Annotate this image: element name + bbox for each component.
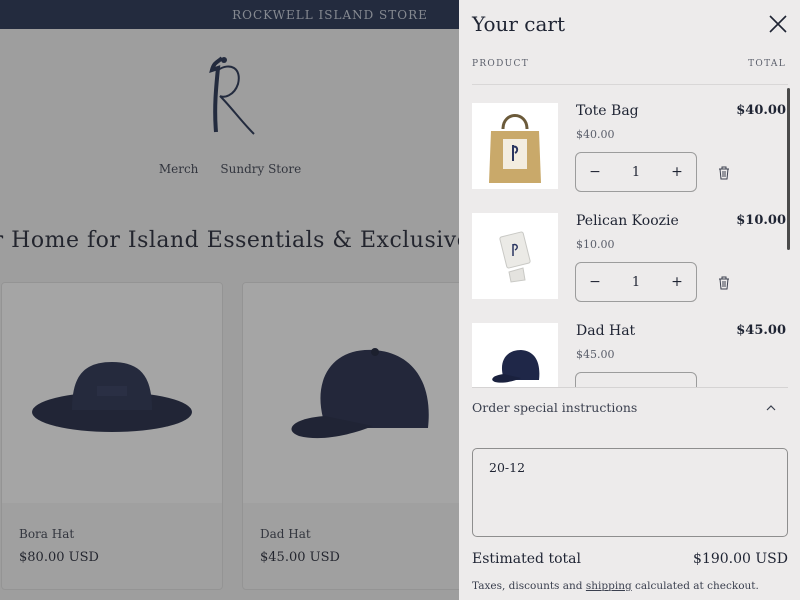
item-name[interactable]: Pelican Koozie (576, 213, 679, 229)
cart-drawer: Your cart PRODUCT TOTAL Tote Bag $40.00 … (459, 0, 800, 600)
cart-title: Your cart (472, 12, 566, 36)
trash-icon[interactable] (718, 276, 730, 290)
item-name[interactable]: Tote Bag (576, 103, 639, 119)
cart-item: Tote Bag $40.00 $40.00 − 1 + (459, 85, 800, 195)
tax-note: Taxes, discounts and shipping calculated… (472, 580, 759, 592)
quantity-value[interactable]: 1 (614, 153, 658, 191)
close-icon[interactable] (768, 14, 788, 34)
tax-note-text: Taxes, discounts and (472, 580, 583, 592)
order-instructions-toggle[interactable]: Order special instructions (472, 400, 637, 415)
estimated-total-value: $190.00 USD (693, 551, 788, 567)
item-unit-price: $45.00 (576, 348, 615, 361)
quantity-stepper[interactable] (575, 372, 697, 387)
item-total: $45.00 (736, 323, 786, 338)
cart-items-list[interactable]: Tote Bag $40.00 $40.00 − 1 + Pelican Koo (459, 85, 800, 387)
tax-note-text-end: calculated at checkout. (635, 580, 759, 592)
item-unit-price: $40.00 (576, 128, 615, 141)
scrollbar[interactable] (787, 88, 790, 250)
column-header-product: PRODUCT (472, 59, 530, 69)
trash-icon[interactable] (718, 166, 730, 180)
order-instructions-field[interactable]: 20-12 (472, 448, 788, 537)
cart-item: Dad Hat $45.00 $45.00 (459, 305, 800, 387)
item-name[interactable]: Dad Hat (576, 323, 635, 339)
estimated-total-label: Estimated total (472, 551, 581, 567)
column-header-total: TOTAL (748, 59, 786, 69)
item-image-tote-bag[interactable] (472, 103, 558, 189)
plus-icon[interactable]: + (658, 153, 696, 191)
divider (472, 387, 788, 388)
plus-icon[interactable]: + (658, 263, 696, 301)
cart-item: Pelican Koozie $10.00 $10.00 − 1 + (459, 195, 800, 305)
shipping-link[interactable]: shipping (586, 580, 632, 592)
item-total: $10.00 (736, 213, 786, 228)
quantity-stepper: − 1 + (575, 152, 697, 192)
chevron-up-icon[interactable] (766, 404, 776, 412)
minus-icon[interactable]: − (576, 263, 614, 301)
item-image-dad-hat[interactable] (472, 323, 558, 387)
quantity-value[interactable]: 1 (614, 263, 658, 301)
cap-image (492, 350, 540, 383)
tote-bag-image (489, 114, 541, 183)
item-unit-price: $10.00 (576, 238, 615, 251)
item-image-pelican-koozie[interactable] (472, 213, 558, 299)
item-total: $40.00 (736, 103, 786, 118)
koozie-image (499, 231, 531, 283)
minus-icon[interactable]: − (576, 153, 614, 191)
quantity-stepper: − 1 + (575, 262, 697, 302)
